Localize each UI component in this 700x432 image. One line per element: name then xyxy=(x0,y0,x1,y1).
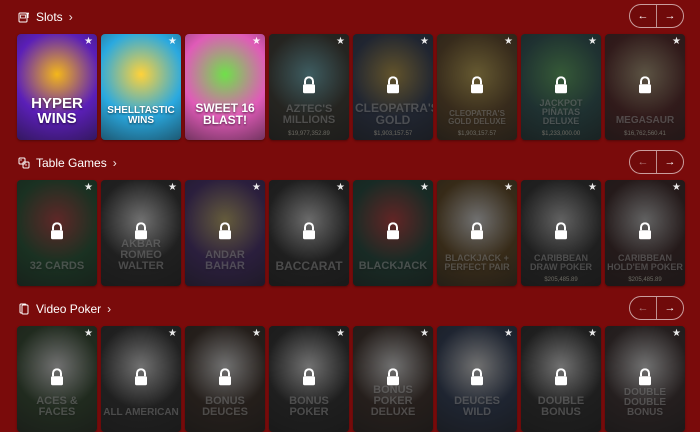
prev-button[interactable]: ← xyxy=(630,297,656,319)
game-tile[interactable]: ANDAR BAHAR★ xyxy=(185,180,265,286)
dice-icon xyxy=(18,157,30,169)
game-tile[interactable]: BONUS POKER★ xyxy=(269,326,349,432)
favorite-star-icon[interactable]: ★ xyxy=(588,328,597,339)
game-tile[interactable]: AZTEC'S MILLIONS$19,977,352.89★ xyxy=(269,34,349,140)
game-tile[interactable]: SWEET 16 BLAST! ★ xyxy=(185,34,265,140)
next-button[interactable]: → xyxy=(656,297,683,319)
section-header[interactable]: Table Games › xyxy=(18,156,117,170)
favorite-star-icon[interactable]: ★ xyxy=(84,328,93,339)
game-tile[interactable]: JACKPOT PIÑATAS DELUXE$1,233,000.00★ xyxy=(521,34,601,140)
favorite-star-icon[interactable]: ★ xyxy=(420,182,429,193)
next-button[interactable]: → xyxy=(656,151,683,173)
favorite-star-icon[interactable]: ★ xyxy=(588,182,597,193)
lock-icon xyxy=(637,222,653,240)
game-tile[interactable]: ACES & FACES★ xyxy=(17,326,97,432)
lock-icon xyxy=(133,368,149,386)
lock-icon xyxy=(469,222,485,240)
game-tile[interactable]: ALL AMERICAN★ xyxy=(101,326,181,432)
favorite-star-icon[interactable]: ★ xyxy=(420,36,429,47)
game-tile[interactable]: 32 CARDS★ xyxy=(17,180,97,286)
favorite-star-icon[interactable]: ★ xyxy=(504,36,513,47)
favorite-star-icon[interactable]: ★ xyxy=(420,328,429,339)
game-tile[interactable]: DOUBLE DOUBLE BONUS★ xyxy=(605,326,685,432)
favorite-star-icon[interactable]: ★ xyxy=(336,328,345,339)
cards-icon xyxy=(19,303,29,315)
lock-icon xyxy=(553,222,569,240)
game-tile[interactable]: CLEOPATRA'S GOLD$1,903,157.57★ xyxy=(353,34,433,140)
prev-button[interactable]: ← xyxy=(630,5,656,27)
favorite-star-icon[interactable]: ★ xyxy=(84,36,93,47)
section-title[interactable]: Video Poker xyxy=(36,302,101,316)
game-title: HYPER WINS xyxy=(31,95,83,127)
lock-icon xyxy=(133,222,149,240)
slot-machine-icon xyxy=(18,12,29,23)
favorite-star-icon[interactable]: ★ xyxy=(672,182,681,193)
game-row: 32 CARDS★AKBAR ROMEO WALTER★ANDAR BAHAR★… xyxy=(17,180,685,286)
lock-icon xyxy=(637,368,653,386)
game-row: HYPER WINS ★ SHELLTASTIC WINS ★ SWEET 16 BLA… xyxy=(17,34,685,140)
game-tile[interactable]: CLEOPATRA'S GOLD DELUXE$1,903,157.57★ xyxy=(437,34,517,140)
game-tile[interactable]: BACCARAT★ xyxy=(269,180,349,286)
favorite-star-icon[interactable]: ★ xyxy=(504,328,513,339)
section-header[interactable]: Video Poker › xyxy=(18,302,111,316)
lock-icon xyxy=(49,368,65,386)
carousel-nav: ← → xyxy=(629,150,684,174)
favorite-star-icon[interactable]: ★ xyxy=(252,36,261,47)
game-tile[interactable]: BONUS DEUCES★ xyxy=(185,326,265,432)
chevron-right-icon[interactable]: › xyxy=(69,10,73,24)
lock-icon xyxy=(301,76,317,94)
game-tile[interactable]: BLACKJACK★ xyxy=(353,180,433,286)
section-title[interactable]: Slots xyxy=(36,10,63,24)
lock-icon xyxy=(217,222,233,240)
favorite-star-icon[interactable]: ★ xyxy=(336,182,345,193)
lock-icon xyxy=(637,76,653,94)
carousel-nav: ← → xyxy=(629,4,684,28)
favorite-star-icon[interactable]: ★ xyxy=(168,328,177,339)
game-tile[interactable]: AKBAR ROMEO WALTER★ xyxy=(101,180,181,286)
game-tile[interactable]: BONUS POKER DELUXE★ xyxy=(353,326,433,432)
lock-icon xyxy=(385,222,401,240)
carousel-nav: ← → xyxy=(629,296,684,320)
lock-icon xyxy=(49,222,65,240)
favorite-star-icon[interactable]: ★ xyxy=(672,36,681,47)
favorite-star-icon[interactable]: ★ xyxy=(504,182,513,193)
next-button[interactable]: → xyxy=(656,5,683,27)
game-tile[interactable]: HYPER WINS ★ xyxy=(17,34,97,140)
chevron-right-icon[interactable]: › xyxy=(107,302,111,316)
lock-icon xyxy=(301,222,317,240)
favorite-star-icon[interactable]: ★ xyxy=(168,36,177,47)
favorite-star-icon[interactable]: ★ xyxy=(336,36,345,47)
section-header[interactable]: Slots › xyxy=(18,10,73,24)
game-title: SHELLTASTIC WINS xyxy=(107,105,175,126)
favorite-star-icon[interactable]: ★ xyxy=(588,36,597,47)
game-tile[interactable]: BLACKJACK + PERFECT PAIR★ xyxy=(437,180,517,286)
prev-button[interactable]: ← xyxy=(630,151,656,173)
lock-icon xyxy=(301,368,317,386)
section-title[interactable]: Table Games xyxy=(36,156,107,170)
game-tile[interactable]: CARIBBEAN HOLD'EM POKER$205,485.89★ xyxy=(605,180,685,286)
favorite-star-icon[interactable]: ★ xyxy=(672,328,681,339)
favorite-star-icon[interactable]: ★ xyxy=(84,182,93,193)
game-tile[interactable]: DEUCES WILD★ xyxy=(437,326,517,432)
lock-icon xyxy=(469,368,485,386)
favorite-star-icon[interactable]: ★ xyxy=(168,182,177,193)
lock-icon xyxy=(469,76,485,94)
lock-icon xyxy=(553,76,569,94)
game-tile[interactable]: CARIBBEAN DRAW POKER$205,485.89★ xyxy=(521,180,601,286)
game-row: ACES & FACES★ALL AMERICAN★BONUS DEUCES★B… xyxy=(17,326,685,432)
game-tile[interactable]: MEGASAUR$16,762,560.41★ xyxy=(605,34,685,140)
favorite-star-icon[interactable]: ★ xyxy=(252,328,261,339)
lock-icon xyxy=(385,76,401,94)
chevron-right-icon[interactable]: › xyxy=(113,156,117,170)
lock-icon xyxy=(385,368,401,386)
lock-icon xyxy=(217,368,233,386)
game-tile[interactable]: DOUBLE BONUS★ xyxy=(521,326,601,432)
favorite-star-icon[interactable]: ★ xyxy=(252,182,261,193)
game-tile[interactable]: SHELLTASTIC WINS ★ xyxy=(101,34,181,140)
game-title: SWEET 16 BLAST! xyxy=(195,101,255,127)
lock-icon xyxy=(553,368,569,386)
